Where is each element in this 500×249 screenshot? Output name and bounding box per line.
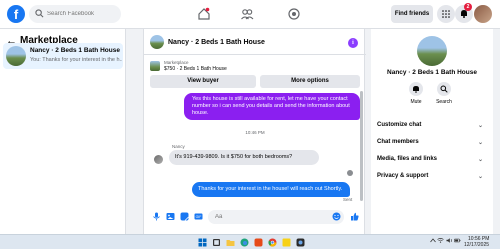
file-explorer-icon[interactable]	[226, 238, 235, 247]
search-label: Search	[436, 99, 452, 105]
home-icon[interactable]	[197, 7, 211, 21]
menu-button[interactable]	[437, 5, 455, 23]
search-icon	[35, 9, 44, 18]
grid-menu-icon	[442, 10, 450, 18]
mute-label: Mute	[410, 99, 422, 105]
listing-label: Marketplace	[164, 60, 189, 65]
image-icon[interactable]	[166, 212, 175, 221]
profile-avatar[interactable]	[474, 5, 492, 23]
incoming-message[interactable]: It's 919-439-9809. Is it $750 for both b…	[169, 150, 319, 165]
seen-avatar-icon	[347, 170, 353, 176]
sticker-icon[interactable]	[180, 212, 189, 221]
gaming-icon[interactable]	[287, 7, 301, 21]
view-buyer-button[interactable]: View buyer	[150, 75, 256, 88]
find-friends-button[interactable]: Find friends	[391, 5, 433, 23]
media-icon[interactable]	[254, 238, 263, 247]
wifi-icon[interactable]	[437, 238, 445, 243]
chevron-up-icon[interactable]	[430, 238, 436, 243]
thumbs-up-icon[interactable]	[350, 212, 359, 221]
sender-name: Nancy	[172, 144, 185, 149]
svg-text:GIF: GIF	[196, 215, 202, 219]
sender-avatar[interactable]	[154, 155, 163, 164]
customize-chat-row[interactable]: Customize chat ⌄	[377, 122, 487, 134]
facebook-logo[interactable]: f	[7, 5, 25, 23]
task-view-icon[interactable]	[212, 238, 221, 247]
battery-icon[interactable]	[454, 238, 461, 243]
chevron-down-icon: ⌄	[477, 174, 483, 180]
listing-thumbnail[interactable]	[417, 36, 447, 66]
row-label: Privacy & support	[377, 173, 429, 179]
row-label: Media, files and links	[377, 156, 438, 162]
chat-panel: Nancy · 2 Beds 1 Bath House i Marketplac…	[143, 29, 366, 234]
chat-header: Nancy · 2 Beds 1 Bath House i	[144, 29, 366, 55]
listing-thumbnail	[6, 46, 26, 66]
top-navigation-bar: f Find friends 2	[0, 0, 500, 29]
system-tray[interactable]	[430, 238, 461, 245]
outgoing-message[interactable]: Yes this house is still available for re…	[184, 93, 360, 120]
gif-icon[interactable]: GIF	[194, 212, 203, 221]
sent-status: Sent	[343, 197, 353, 202]
privacy-support-row[interactable]: Privacy & support ⌄	[377, 173, 487, 185]
info-icon[interactable]: i	[348, 38, 358, 48]
search-icon	[440, 85, 448, 93]
chevron-down-icon: ⌄	[477, 123, 483, 129]
sticky-notes-icon[interactable]	[282, 238, 291, 247]
chat-members-row[interactable]: Chat members ⌄	[377, 139, 487, 151]
conversation-list-item[interactable]: Nancy · 2 Beds 1 Bath House You: Thanks …	[3, 43, 123, 69]
row-label: Chat members	[377, 139, 419, 145]
conversation-preview: You: Thanks for your interest in the h..…	[30, 57, 122, 63]
message-composer: GIF	[144, 206, 366, 228]
microphone-icon[interactable]	[152, 212, 161, 221]
chat-title[interactable]: Nancy · 2 Beds 1 Bath House	[168, 39, 265, 46]
media-files-links-row[interactable]: Media, files and links ⌄	[377, 156, 487, 168]
camera-icon[interactable]	[296, 238, 305, 247]
chrome-browser-icon[interactable]	[268, 238, 277, 247]
more-options-button[interactable]: More options	[260, 75, 360, 88]
chevron-down-icon: ⌄	[477, 140, 483, 146]
edge-browser-icon[interactable]	[240, 238, 249, 247]
emoji-icon[interactable]	[332, 212, 341, 221]
clock-date[interactable]: 12/17/2025	[464, 242, 489, 248]
listing-thumbnail	[150, 61, 160, 71]
speaker-icon[interactable]	[446, 238, 453, 243]
search-input[interactable]	[47, 5, 119, 23]
windows-taskbar: 10:56 PM 12/17/2025	[0, 234, 500, 249]
chat-details-panel: Nancy · 2 Beds 1 Bath House Mute Search …	[371, 29, 493, 234]
message-input[interactable]	[208, 210, 344, 224]
chat-scrollbar[interactable]	[360, 91, 363, 201]
windows-start-icon[interactable]	[198, 238, 207, 247]
outgoing-message[interactable]: Thanks for your interest in the house! w…	[192, 182, 350, 197]
mute-button[interactable]	[409, 82, 423, 96]
search-bar[interactable]	[29, 5, 121, 23]
row-label: Customize chat	[377, 122, 422, 128]
listing-detail: $750 · 2 Beds 1 Bath House	[164, 66, 227, 72]
notification-badge: 2	[464, 3, 472, 11]
message-timestamp: 10:46 PM	[245, 130, 265, 135]
conversation-name: Nancy · 2 Beds 1 Bath House	[30, 47, 120, 54]
bell-icon	[413, 86, 419, 93]
marketplace-sidebar: ← Marketplace Nancy · 2 Beds 1 Bath Hous…	[0, 29, 126, 234]
chat-thumbnail[interactable]	[150, 35, 164, 49]
chevron-down-icon: ⌄	[477, 157, 483, 163]
search-in-chat-button[interactable]	[437, 82, 451, 96]
friends-icon[interactable]	[240, 7, 254, 21]
details-title: Nancy · 2 Beds 1 Bath House	[387, 69, 477, 76]
